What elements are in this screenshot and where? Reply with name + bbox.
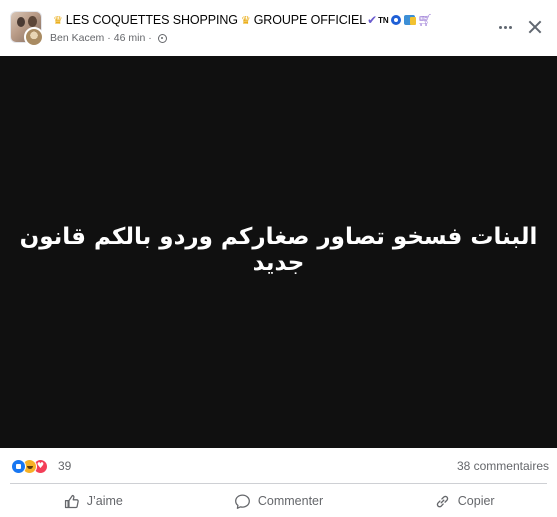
group-name[interactable]: LES COQUETTES SHOPPING [66,13,238,27]
close-icon[interactable] [524,16,546,38]
meta-separator: · [148,32,152,44]
copy-link-button[interactable]: Copier [371,485,557,517]
comment-label: Commenter [257,494,324,508]
link-icon [436,495,448,507]
comment-bubble-icon [234,493,250,509]
thumbs-up-icon [64,494,79,508]
post-time[interactable]: 46 min [114,32,146,44]
post-meta: Ben Kacem · 46 min · [50,31,167,45]
copy-label: Copier [457,494,495,508]
tn-badge: TN [378,15,389,25]
crown-icon: ♛ [240,14,251,27]
nazar-eye-icon [390,15,401,25]
post-media[interactable]: البنات فسخو تصاور صغاركم وردو بالكم قانو… [0,56,557,448]
crown-icon: ♛ [53,14,63,27]
more-options-button[interactable] [494,16,516,38]
globe-icon [157,33,167,43]
more-dot [508,25,512,29]
group-suffix[interactable]: GROUPE OFFICIEL [254,13,367,27]
more-dot [503,25,507,29]
reaction-icons[interactable] [11,457,48,475]
post-header: ♛ LES COQUETTES SHOPPING ♛ GROUPE OFFICI… [0,0,557,56]
group-avatar[interactable] [10,11,44,47]
like-label: J’aime [86,494,123,508]
comment-button[interactable]: Commenter [186,485,372,517]
shopping-cart-icon: 🛒︎ [417,13,433,27]
group-title[interactable]: ♛ LES COQUETTES SHOPPING ♛ GROUPE OFFICI… [50,12,433,28]
divider [10,483,547,484]
comment-count[interactable]: 38 commentaires [457,459,549,473]
author-avatar[interactable] [24,27,44,47]
reaction-count[interactable]: 39 [58,459,71,473]
like-reaction-icon [11,458,26,474]
meta-separator: · [107,32,111,44]
check-mark-icon: ✔ [367,13,378,27]
more-horizontal-icon [498,25,502,29]
shopping-bags-icon [403,15,416,25]
action-bar: J’aime Commenter Copier [0,485,557,517]
reactions-bar: 39 38 commentaires [0,449,557,483]
post-text: البنات فسخو تصاور صغاركم وردو بالكم قانو… [19,224,538,276]
like-button[interactable]: J’aime [0,485,186,517]
author-name[interactable]: Ben Kacem [50,32,104,44]
